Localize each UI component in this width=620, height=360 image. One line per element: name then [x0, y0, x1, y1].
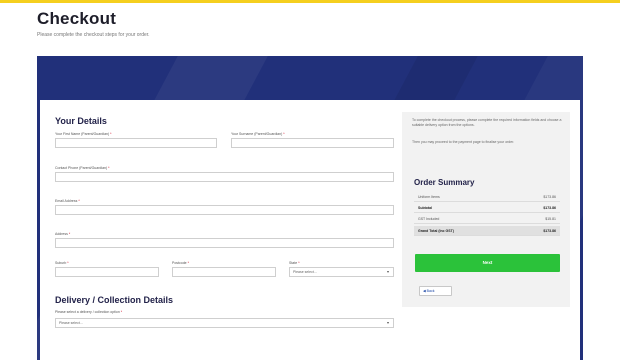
summary-label: GST Included: [418, 217, 440, 221]
postcode-label: Postcode*: [172, 261, 189, 265]
summary-row: Uniform Items $173.86: [414, 192, 560, 202]
chevron-down-icon: ▾: [386, 269, 389, 274]
back-button[interactable]: ◀ Back: [419, 286, 452, 296]
summary-row-subtotal: Subtotal $173.86: [414, 203, 560, 213]
summary-value: $173.86: [543, 195, 556, 199]
state-select-value: Please select...: [293, 270, 317, 274]
delivery-select-value: Please select...: [59, 321, 83, 325]
state-select[interactable]: Please select... ▾: [289, 267, 394, 277]
suburb-field[interactable]: [55, 267, 159, 277]
phone-label: Contact Phone (Parent/Guardian)*: [55, 166, 110, 170]
summary-label: Grand Total (Inc GST): [418, 229, 454, 233]
summary-row-grand-total: Grand Total (Inc GST) $173.86: [414, 226, 560, 236]
delivery-option-label: Please select a delivery / collection op…: [55, 310, 123, 314]
top-accent-bar: [0, 0, 620, 3]
address-field[interactable]: [55, 238, 394, 248]
delivery-select[interactable]: Please select... ▾: [55, 318, 394, 328]
delivery-title: Delivery / Collection Details: [55, 295, 174, 305]
summary-value: $15.81: [545, 217, 556, 221]
summary-row-gst: GST Included $15.81: [414, 214, 560, 224]
your-details-title: Your Details: [55, 116, 107, 126]
chevron-down-icon: ▾: [386, 320, 389, 325]
phone-field[interactable]: [55, 172, 394, 182]
suburb-label: Suburb*: [55, 261, 69, 265]
state-label: State*: [289, 261, 300, 265]
surname-label: Your Surname (Parent/Guardian)*: [231, 132, 285, 136]
email-label: Email Address*: [55, 199, 80, 203]
address-label: Address*: [55, 232, 71, 236]
next-button[interactable]: Next: [415, 254, 560, 272]
page-title: Checkout: [37, 9, 117, 28]
checkout-instructions: To complete the checkout process, please…: [412, 118, 562, 127]
summary-value: $173.86: [543, 229, 556, 233]
summary-label: Uniform Items: [418, 195, 440, 199]
first-name-label: Your First Name (Parent/Guardian)*: [55, 132, 112, 136]
order-summary-title: Order Summary: [414, 178, 475, 187]
page-subtitle: Please complete the checkout steps for y…: [37, 32, 150, 38]
surname-field[interactable]: [231, 138, 394, 148]
postcode-field[interactable]: [172, 267, 276, 277]
first-name-field[interactable]: [55, 138, 217, 148]
checkout-instructions-2: Then you may proceed to the payment page…: [412, 140, 515, 144]
email-field[interactable]: [55, 205, 394, 215]
summary-label: Subtotal: [418, 206, 432, 210]
summary-value: $173.86: [543, 206, 556, 210]
